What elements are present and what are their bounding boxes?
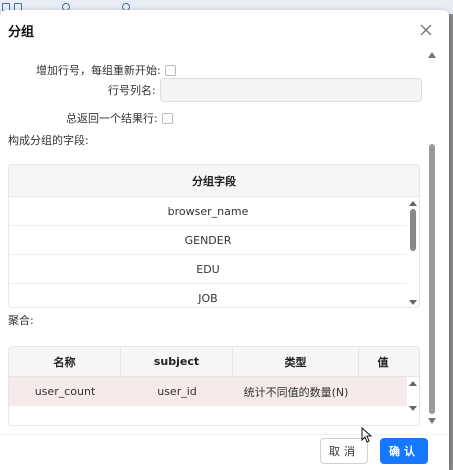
cell-subject[interactable]: user_id <box>121 377 233 406</box>
close-icon[interactable] <box>418 22 434 38</box>
add-row-number-row: 增加行号，每组重新开始: <box>36 62 176 78</box>
cell-type[interactable]: 统计不同值的数量(N) <box>233 377 359 406</box>
table-row[interactable]: GENDER <box>9 226 407 255</box>
group-fields-table: 分组字段 browser_name GENDER EDU JOB <box>8 164 420 308</box>
cell-value[interactable] <box>359 377 407 406</box>
table-row[interactable]: user_count user_id 统计不同值的数量(N) <box>9 377 407 406</box>
mouse-cursor-icon <box>361 427 373 443</box>
table-row[interactable]: EDU <box>9 255 407 284</box>
scroll-up-arrow-icon[interactable] <box>409 381 417 386</box>
aggregation-scrollbar[interactable] <box>409 379 417 423</box>
group-fields-scrollbar[interactable] <box>409 201 417 305</box>
row-number-name-input[interactable] <box>159 78 422 102</box>
dialog-title: 分组 <box>8 25 35 40</box>
group-fields-header: 分组字段 <box>9 165 419 197</box>
dialog-scrollbar[interactable] <box>426 52 438 424</box>
add-row-number-label: 增加行号，每组重新开始: <box>36 64 161 77</box>
always-one-result-checkbox[interactable] <box>161 112 173 124</box>
always-one-result-row: 总返回一个结果行: <box>66 110 173 126</box>
footer-divider <box>0 434 449 435</box>
row-number-name-label: 行号列名: <box>108 84 156 97</box>
scroll-down-arrow-icon[interactable] <box>409 300 417 305</box>
cell-name[interactable]: user_count <box>9 377 121 406</box>
column-header-type[interactable]: 类型 <box>233 347 359 376</box>
add-row-number-checkbox[interactable] <box>164 64 176 76</box>
column-header-name[interactable]: 名称 <box>9 347 121 376</box>
column-header-value[interactable]: 值 <box>359 347 407 376</box>
aggregation-table: 名称 subject 类型 值 user_count user_id 统计不同值… <box>8 346 420 426</box>
scroll-thumb[interactable] <box>429 144 435 414</box>
aggregation-header: 名称 subject 类型 值 <box>9 347 419 377</box>
table-row[interactable]: JOB <box>9 284 407 307</box>
group-fields-label: 构成分组的字段: <box>8 134 89 147</box>
row-number-name-row: 行号列名: <box>108 78 422 102</box>
ok-button[interactable]: 确认 <box>380 438 428 464</box>
scroll-thumb[interactable] <box>410 209 416 251</box>
scroll-up-arrow-icon[interactable] <box>428 52 436 58</box>
group-dialog: 分组 增加行号，每组重新开始: 行号列名: 总返回一个结果行: 构成分组的字段:… <box>0 10 449 470</box>
scroll-down-arrow-icon[interactable] <box>409 406 417 411</box>
column-header-subject[interactable]: subject <box>121 347 233 376</box>
always-one-result-label: 总返回一个结果行: <box>66 112 158 125</box>
scroll-down-arrow-icon[interactable] <box>428 418 436 424</box>
table-row[interactable]: browser_name <box>9 197 407 226</box>
scroll-up-arrow-icon[interactable] <box>409 201 417 206</box>
aggregation-label: 聚合: <box>8 314 34 327</box>
